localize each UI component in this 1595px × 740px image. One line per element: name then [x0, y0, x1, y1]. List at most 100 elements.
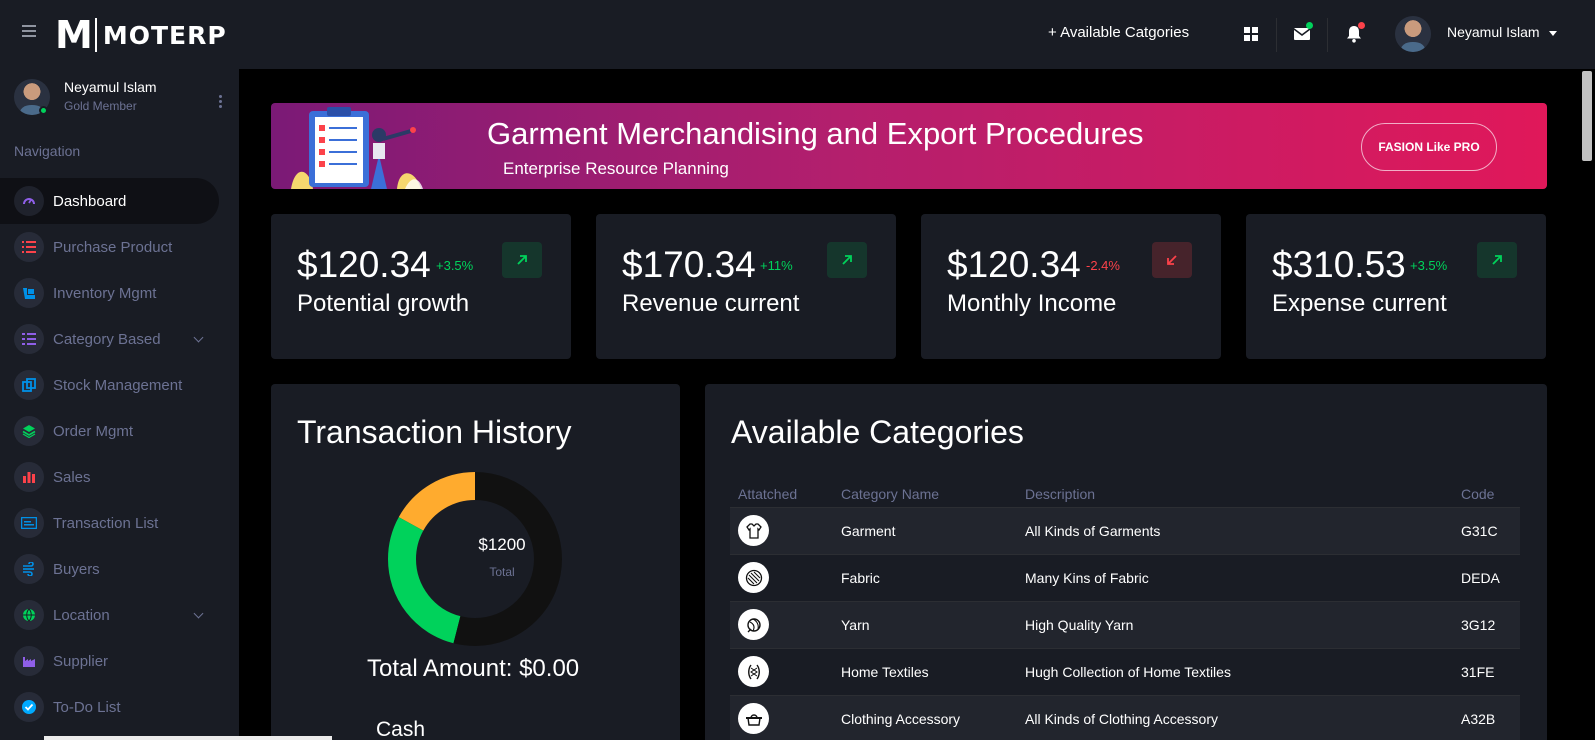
stat-card-expense-current: $310.53 +3.5% Expense current — [1246, 214, 1546, 359]
list-icon — [14, 232, 44, 262]
stat-value: $120.34 — [947, 244, 1081, 285]
scrollbar-thumb[interactable] — [1582, 71, 1592, 161]
stat-card-monthly-income: $120.34 -2.4% Monthly Income — [921, 214, 1221, 359]
check-circle-icon — [14, 692, 44, 722]
category-name: Yarn — [833, 601, 1017, 649]
sidebar-item-inventory-mgmt[interactable]: Inventory Mgmt — [0, 270, 239, 316]
fashion-pro-button[interactable]: FASION Like PRO — [1361, 123, 1497, 171]
inventory-icon — [14, 278, 44, 308]
sidebar-item-buyers[interactable]: Buyers — [0, 546, 239, 592]
category-description: Many Kins of Fabric — [1017, 554, 1453, 602]
fabric-icon — [738, 562, 769, 593]
online-status-dot — [39, 106, 48, 115]
stat-change: +3.5% — [436, 258, 474, 273]
profile-name: Neyamul Islam — [64, 79, 157, 95]
stat-value: $120.34 — [297, 244, 431, 285]
topbar-divider — [1276, 18, 1277, 52]
brand-logo[interactable]: M MOTERP — [55, 16, 227, 54]
category-name: Garment — [833, 507, 1017, 555]
apps-grid-icon[interactable] — [1239, 22, 1263, 46]
sidebar-item-sales[interactable]: Sales — [0, 454, 239, 500]
logo-mark: M — [55, 13, 93, 57]
sidebar-item-to-do-list[interactable]: To-Do List — [0, 684, 239, 730]
layers-icon — [14, 416, 44, 446]
user-avatar[interactable] — [1395, 16, 1431, 52]
vertical-scrollbar[interactable] — [1578, 69, 1595, 740]
horizontal-scrollbar[interactable] — [44, 736, 332, 740]
sidebar-item-label: Category Based — [53, 330, 161, 348]
sidebar-item-supplier[interactable]: Supplier — [0, 638, 239, 684]
mail-unread-dot — [1306, 22, 1313, 29]
sidebar-item-transaction-list[interactable]: Transaction List — [0, 500, 239, 546]
arrow-up-right-icon — [502, 242, 542, 278]
sidebar-item-label: Purchase Product — [53, 238, 173, 256]
card-title: Transaction History — [297, 414, 572, 450]
sidebar-item-label: Buyers — [53, 560, 100, 578]
category-code: G31C — [1453, 507, 1520, 555]
category-code: 31FE — [1453, 648, 1520, 696]
logo-text: MOTERP — [102, 20, 227, 50]
home-textiles-icon — [738, 656, 769, 687]
stat-value: $310.53 — [1272, 244, 1406, 285]
clipboard-illustration-icon — [287, 105, 427, 189]
column-header[interactable]: Category Name — [833, 481, 1017, 508]
more-vertical-icon[interactable] — [219, 95, 222, 110]
arrow-up-right-icon — [1477, 242, 1517, 278]
table-row[interactable]: Clothing Accessory All Kinds of Clothing… — [730, 695, 1520, 740]
stat-change: -2.4% — [1086, 258, 1120, 273]
sidebar-item-location[interactable]: Location — [0, 592, 239, 638]
stat-value: $170.34 — [622, 244, 756, 285]
chevron-down-icon — [193, 332, 204, 343]
yarn-icon — [738, 609, 769, 640]
category-code: A32B — [1453, 695, 1520, 740]
sidebar-item-category-based[interactable]: Category Based — [0, 316, 239, 362]
notification-dot — [1358, 22, 1365, 29]
sidebar-nav: Dashboard Purchase Product Inventory Mgm… — [0, 178, 239, 730]
category-description: Hugh Collection of Home Textiles — [1017, 648, 1453, 696]
category-description: High Quality Yarn — [1017, 601, 1453, 649]
arrow-down-left-icon — [1152, 242, 1192, 278]
logo-divider — [94, 18, 97, 52]
caret-down-icon — [1549, 30, 1558, 36]
sidebar-item-label: Transaction List — [53, 514, 159, 532]
user-menu[interactable]: Neyamul Islam — [1447, 24, 1558, 40]
format-list-icon — [14, 324, 44, 354]
column-header[interactable]: Description — [1017, 481, 1453, 508]
sidebar-item-label: Order Mgmt — [53, 422, 134, 440]
donut-center-label: Total — [489, 565, 515, 579]
promo-banner: Garment Merchandising and Export Procedu… — [271, 103, 1547, 189]
available-categories-link[interactable]: + Available Catgories — [1048, 24, 1189, 41]
sidebar-item-stock-management[interactable]: Stock Management — [0, 362, 239, 408]
banner-title: Garment Merchandising and Export Procedu… — [487, 116, 1144, 151]
table-row[interactable]: Home Textiles Hugh Collection of Home Te… — [730, 648, 1520, 696]
table-header-row: Attatched Category Name Description Code — [730, 481, 1520, 508]
sidebar: Neyamul Islam Gold Member Navigation Das… — [0, 69, 239, 740]
globe-icon — [14, 600, 44, 630]
top-navbar: M MOTERP + Available Catgories Neyamul I… — [0, 0, 1595, 69]
sidebar-item-dashboard[interactable]: Dashboard — [0, 178, 219, 224]
table-row[interactable]: Garment All Kinds of Garments G31C — [730, 507, 1520, 555]
card-icon — [14, 508, 44, 538]
stat-label: Expense current — [1272, 290, 1447, 317]
wind-icon — [14, 554, 44, 584]
stat-label: Revenue current — [622, 290, 800, 317]
sidebar-item-label: Location — [53, 606, 110, 624]
copy-icon — [14, 370, 44, 400]
column-header[interactable]: Code — [1453, 481, 1520, 508]
garment-icon — [738, 515, 769, 546]
column-header[interactable]: Attatched — [730, 481, 833, 508]
table-row[interactable]: Fabric Many Kins of Fabric DEDA — [730, 554, 1520, 602]
menu-toggle-icon[interactable] — [22, 25, 36, 39]
category-code: 3G12 — [1453, 601, 1520, 649]
sidebar-item-purchase-product[interactable]: Purchase Product — [0, 224, 239, 270]
user-name: Neyamul Islam — [1447, 24, 1540, 40]
sidebar-profile: Neyamul Islam Gold Member — [14, 79, 224, 119]
donut-center: $1200 Total — [452, 535, 552, 579]
total-amount: Total Amount: $0.00 — [367, 655, 580, 682]
table-row[interactable]: Yarn High Quality Yarn 3G12 — [730, 601, 1520, 649]
sidebar-item-order-mgmt[interactable]: Order Mgmt — [0, 408, 239, 454]
category-description: All Kinds of Garments — [1017, 507, 1453, 555]
sidebar-item-label: Sales — [53, 468, 91, 486]
nav-section-title: Navigation — [14, 143, 81, 159]
category-code: DEDA — [1453, 554, 1520, 602]
